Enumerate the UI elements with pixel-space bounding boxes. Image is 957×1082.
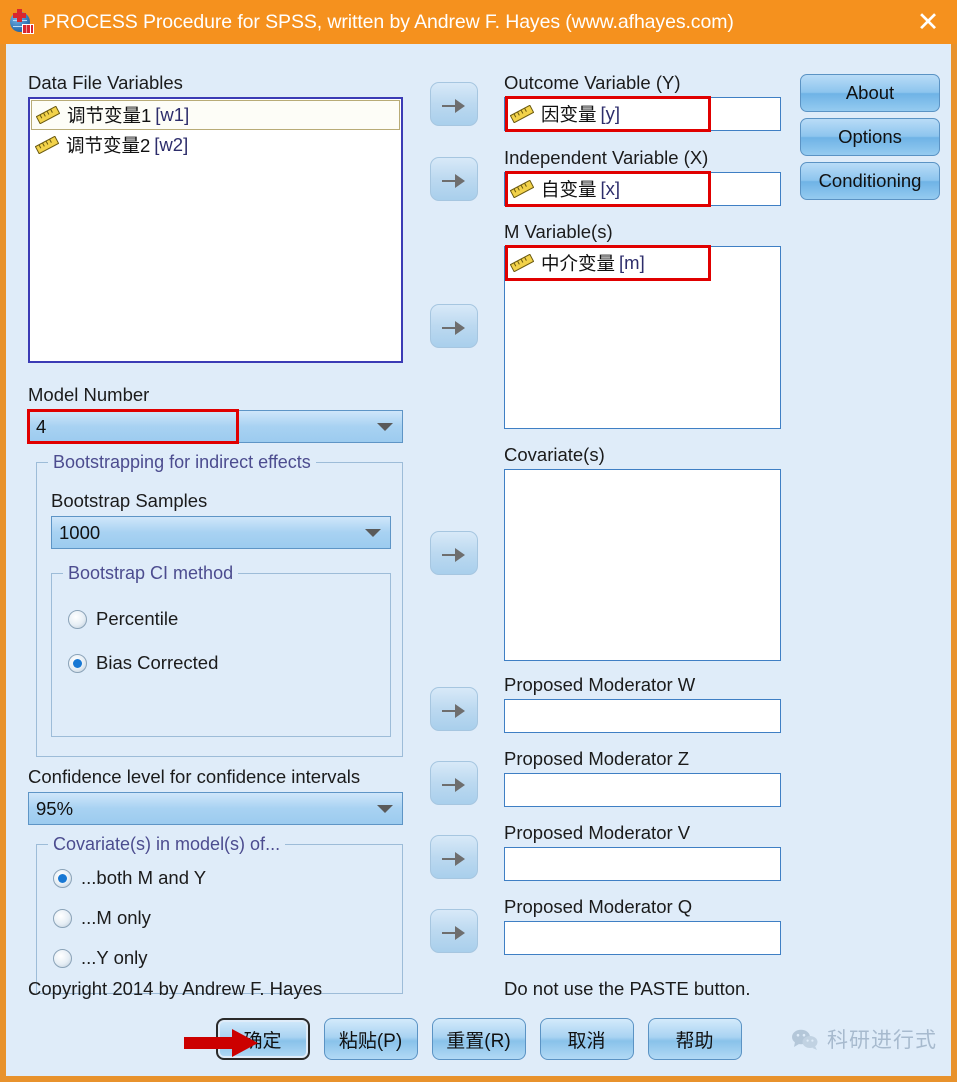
ok-button[interactable]: 确定 [215,1018,310,1060]
help-button[interactable]: 帮助 [647,1018,742,1060]
variable-code: [m] [619,252,645,273]
list-item[interactable]: 中介变量 [m] [505,247,780,279]
bootstrap-samples-value: 1000 [59,521,101,543]
radio-indicator[interactable] [68,653,87,673]
variable-name: 调节变量2 [66,135,151,156]
radio-bias-corrected[interactable]: Bias Corrected [68,648,218,678]
chevron-down-icon[interactable] [356,528,390,537]
variable-code: [w2] [154,134,189,155]
bootstrap-ci-method-group: Bootstrap CI method Percentile Bias Corr… [51,563,391,737]
moderator-z-label: Proposed Moderator Z [504,748,690,769]
variable-code: [y] [600,103,621,124]
radio-both-m-and-y[interactable]: ...both M and Y [53,863,206,893]
variable-name: 因变量 [541,104,597,125]
variable-name: 中介变量 [541,253,616,274]
bootstrap-samples-dropdown[interactable]: 1000 [51,516,391,549]
moderator-w-field[interactable] [504,699,781,733]
conditioning-button[interactable]: Conditioning [800,162,940,200]
list-item[interactable]: 调节变量1 [w1] [31,100,400,130]
close-icon[interactable]: ✕ [905,2,951,42]
moderator-q-field[interactable] [504,921,781,955]
list-item[interactable]: 调节变量2 [w2] [30,130,401,160]
model-number-dropdown[interactable]: 4 [28,410,403,443]
variable-name: 调节变量1 [67,105,152,126]
process-dialog-window: PROCESS Procedure for SPSS, written by A… [0,0,957,1082]
cancel-button[interactable]: 取消 [539,1018,634,1060]
radio-label: ...Y only [81,947,148,968]
independent-variable-field[interactable]: 自变量 [x] [504,172,781,206]
radio-percentile[interactable]: Percentile [68,604,178,634]
radio-label: Bias Corrected [96,652,219,673]
covariates-list[interactable] [504,469,781,661]
m-variables-label: M Variable(s) [504,221,613,242]
bootstrapping-group-label: Bootstrapping for indirect effects [48,452,316,473]
ruler-icon [510,254,534,272]
data-file-variables-label: Data File Variables [28,72,183,93]
covariates-in-models-group-label: Covariate(s) in model(s) of... [48,834,286,855]
watermark: 科研进行式 [790,1024,937,1054]
bootstrapping-group: Bootstrapping for indirect effects Boots… [36,452,403,757]
radio-indicator[interactable] [53,948,72,968]
moderator-z-field[interactable] [504,773,781,807]
variable-code: [w1] [155,104,190,125]
m-variables-list[interactable]: 中介变量 [m] [504,246,781,429]
radio-indicator[interactable] [68,609,87,629]
variable-code: [x] [600,178,621,199]
about-button[interactable]: About [800,74,940,112]
move-to-moderator-w-button[interactable] [430,687,478,731]
move-to-outcome-button[interactable] [430,82,478,126]
radio-label: Percentile [96,608,179,629]
radio-indicator[interactable] [53,868,72,888]
bootstrap-ci-method-group-label: Bootstrap CI method [63,563,239,584]
confidence-level-dropdown[interactable]: 95% [28,792,403,825]
chevron-down-icon[interactable] [368,804,402,813]
wechat-icon [790,1027,820,1051]
ruler-icon [35,136,59,154]
radio-indicator[interactable] [53,908,72,928]
covariates-label: Covariate(s) [504,444,605,465]
move-to-moderator-q-button[interactable] [430,909,478,953]
move-to-m-variables-button[interactable] [430,304,478,348]
outcome-variable-label: Outcome Variable (Y) [504,72,681,93]
model-number-value: 4 [36,415,47,437]
paste-warning-text: Do not use the PASTE button. [504,978,751,999]
spss-app-icon [8,9,34,35]
confidence-level-label: Confidence level for confidence interval… [28,766,361,787]
moderator-w-label: Proposed Moderator W [504,674,696,695]
options-button[interactable]: Options [800,118,940,156]
outcome-variable-field[interactable]: 因变量 [y] [504,97,781,131]
model-number-label: Model Number [28,384,150,405]
data-file-variables-list[interactable]: 调节变量1 [w1] 调节变量2 [w2] [28,97,403,363]
moderator-q-label: Proposed Moderator Q [504,896,693,917]
move-to-independent-button[interactable] [430,157,478,201]
variable-name: 自变量 [541,179,597,200]
watermark-text: 科研进行式 [827,1029,937,1052]
moderator-v-field[interactable] [504,847,781,881]
window-title: PROCESS Procedure for SPSS, written by A… [43,10,734,33]
variable-chip: 因变量 [y] [505,98,780,130]
paste-button[interactable]: 粘贴(P) [323,1018,418,1060]
move-to-covariates-button[interactable] [430,531,478,575]
move-to-moderator-z-button[interactable] [430,761,478,805]
move-to-moderator-v-button[interactable] [430,835,478,879]
ruler-icon [510,105,534,123]
radio-label: ...M only [81,907,151,928]
radio-y-only[interactable]: ...Y only [53,943,148,973]
bootstrap-samples-label: Bootstrap Samples [51,490,208,511]
copyright-text: Copyright 2014 by Andrew F. Hayes [28,978,323,999]
variable-chip: 自变量 [x] [505,173,780,205]
confidence-level-value: 95% [36,797,74,819]
dialog-body: Data File Variables 调节变量1 [w1] 调节变量2 [w2… [6,44,951,1076]
radio-m-only[interactable]: ...M only [53,903,151,933]
radio-label: ...both M and Y [81,867,207,888]
title-bar: PROCESS Procedure for SPSS, written by A… [0,0,957,44]
reset-button[interactable]: 重置(R) [431,1018,526,1060]
independent-variable-label: Independent Variable (X) [504,147,709,168]
moderator-v-label: Proposed Moderator V [504,822,691,843]
ruler-icon [36,106,60,124]
ruler-icon [510,180,534,198]
chevron-down-icon[interactable] [368,422,402,431]
covariates-in-models-group: Covariate(s) in model(s) of... ...both M… [36,834,403,994]
